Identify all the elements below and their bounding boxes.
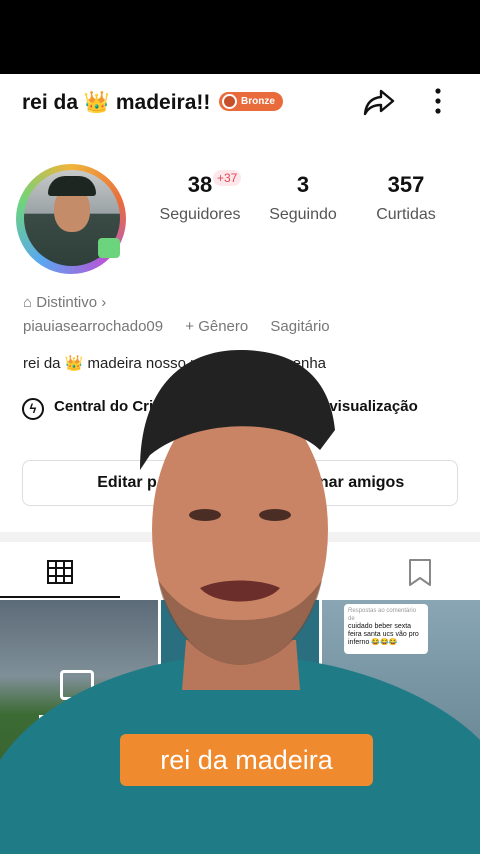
status-bar-black xyxy=(0,0,480,74)
video-thumbnail[interactable]: Respostas ao comentário de cuidado beber… xyxy=(322,600,480,854)
profile-info-line: piauiasearrochado09 + Gênero Sagitário xyxy=(23,318,348,335)
drafts-count: 20 xyxy=(38,734,51,746)
content-tabs xyxy=(0,548,480,600)
distintivo-label: Distintivo › xyxy=(36,294,107,311)
gender-tag[interactable]: + Gênero xyxy=(185,318,248,335)
stat-value: 3 xyxy=(296,172,310,197)
zodiac-tag[interactable]: Sagitário xyxy=(270,318,329,335)
badge-icon xyxy=(222,94,237,109)
view-history-link[interactable]: co de visualização xyxy=(286,398,418,415)
tab-posts[interactable] xyxy=(0,548,120,598)
creator-center-link[interactable]: ϟ Central do Cri xyxy=(22,398,154,420)
section-divider xyxy=(0,532,480,542)
drafts-icon xyxy=(60,670,94,700)
edit-profile-label: Editar p xyxy=(97,474,157,491)
bolt-icon: ϟ xyxy=(22,398,44,420)
bio-text: rei da 👑 madeira nosso pfl de muito rese… xyxy=(23,355,327,372)
username: piauiasearrochado09 xyxy=(23,318,164,335)
more-dots-icon xyxy=(435,88,441,114)
profile-name: rei da 👑 madeira!! xyxy=(22,91,211,114)
stat-likes[interactable]: 357 Curtidas xyxy=(351,172,461,224)
creator-center-label: Central do Cri xyxy=(54,398,154,415)
share-button[interactable] xyxy=(362,86,396,118)
bookmark-icon xyxy=(409,559,431,586)
drafts-label: Rascu xyxy=(38,712,84,729)
stat-following[interactable]: 3 Seguindo xyxy=(248,172,358,224)
view-history-label: co de visualização xyxy=(286,398,418,415)
more-options-button[interactable] xyxy=(428,86,448,118)
stats-row: 38 Seguidores 3 Seguindo 357 Curtidas xyxy=(0,172,480,252)
stat-followers[interactable]: 38 Seguidores xyxy=(145,172,255,224)
badge-label: Bronze xyxy=(241,96,275,107)
profile-header: rei da 👑 madeira!! Bronze xyxy=(0,74,480,132)
stat-label: Seguindo xyxy=(269,206,337,223)
edit-profile-button[interactable]: Editar p xyxy=(22,460,232,506)
stat-value: 357 xyxy=(387,172,425,197)
video-thumbnail[interactable] xyxy=(161,600,319,854)
comment-sticker: Respostas ao comentário de cuidado beber… xyxy=(344,604,428,654)
shortcuts-row: ϟ Central do Cri co de visualização xyxy=(22,398,480,422)
share-icon xyxy=(363,89,395,116)
distintivo-icon: ⌂ xyxy=(23,294,37,311)
add-friends-label: cionar amigos xyxy=(295,474,405,491)
video-caption: rei da madeira xyxy=(120,734,373,786)
video-grid: Rascu 20 Respostas ao comentário de cuid… xyxy=(0,600,480,854)
stat-value: 38 xyxy=(187,172,213,197)
grid-icon xyxy=(47,560,73,584)
comment-header: Respostas ao comentário de xyxy=(348,608,417,622)
tab-saved[interactable] xyxy=(360,548,480,598)
stat-label: Seguidores xyxy=(159,206,241,223)
bronze-badge[interactable]: Bronze xyxy=(219,92,283,111)
add-friends-button[interactable]: cionar amigos xyxy=(242,460,458,506)
comment-text: cuidado beber sexta feira santa ucs vão … xyxy=(348,623,419,646)
distintivo-link[interactable]: ⌂ Distintivo › xyxy=(23,294,106,311)
drafts-thumbnail[interactable]: Rascu 20 xyxy=(0,600,158,854)
stat-label: Curtidas xyxy=(376,206,436,223)
